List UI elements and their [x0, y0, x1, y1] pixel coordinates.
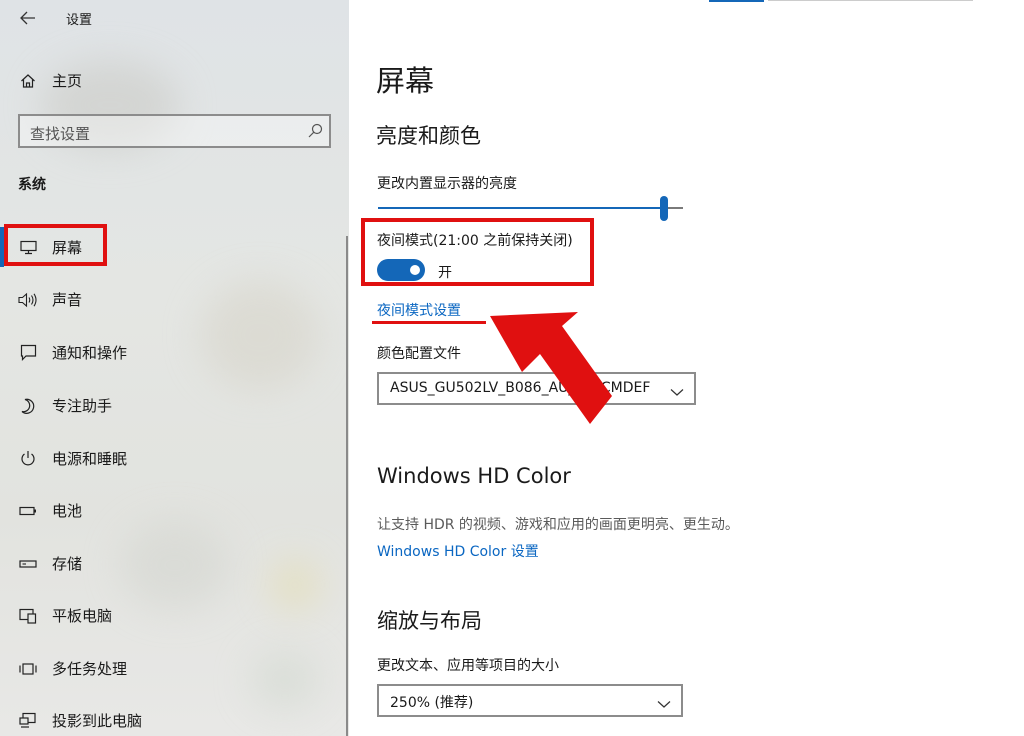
back-arrow-icon[interactable]	[18, 8, 38, 28]
highlight-box-display	[4, 224, 107, 266]
brightness-label: 更改内置显示器的亮度	[377, 176, 517, 192]
color-profile-label: 颜色配置文件	[377, 346, 461, 362]
project-icon	[18, 711, 38, 731]
background-blur	[120, 520, 230, 610]
sidebar-item-sound[interactable]: 声音	[18, 289, 82, 310]
header-scroll-tab	[709, 0, 764, 2]
speaker-icon	[18, 290, 38, 310]
header-scroll-line	[768, 0, 973, 1]
section-title: 系统	[18, 177, 46, 193]
moon-icon	[18, 396, 38, 416]
hd-color-heading: Windows HD Color	[377, 464, 571, 488]
search-placeholder: 查找设置	[30, 125, 91, 143]
highlight-underline	[372, 321, 486, 324]
background-blur	[250, 650, 320, 710]
storage-icon	[18, 554, 38, 574]
multitask-icon	[18, 659, 38, 679]
tablet-icon	[18, 606, 38, 626]
sidebar-item-label: 平板电脑	[52, 607, 113, 625]
sidebar-item-notifications[interactable]: 通知和操作	[18, 342, 127, 363]
power-icon	[18, 449, 38, 469]
sidebar: 设置 主页 查找设置 系统 屏幕 声音 通知和操作 专注助手 电源和睡眠 电池 …	[0, 0, 349, 736]
search-input[interactable]: 查找设置	[18, 114, 331, 148]
highlight-box-night-light	[361, 218, 594, 286]
scale-value: 250% (推荐)	[390, 695, 474, 711]
hd-color-description: 让支持 HDR 的视频、游戏和应用的画面更明亮、更生动。	[377, 517, 739, 533]
sidebar-item-focus-assist[interactable]: 专注助手	[18, 395, 112, 416]
window-title: 设置	[66, 12, 93, 28]
background-blur	[200, 280, 320, 390]
search-icon	[307, 123, 323, 143]
battery-icon	[18, 501, 38, 521]
home-icon	[18, 71, 38, 91]
back-row: 设置	[18, 8, 92, 28]
sidebar-item-label: 专注助手	[52, 397, 113, 415]
chevron-down-icon	[657, 694, 671, 713]
page-title: 屏幕	[376, 64, 435, 98]
sidebar-item-battery[interactable]: 电池	[18, 500, 82, 521]
sidebar-item-multitasking[interactable]: 多任务处理	[18, 658, 127, 679]
slider-track-empty	[667, 207, 683, 209]
scale-heading: 缩放与布局	[377, 609, 482, 633]
scale-label: 更改文本、应用等项目的大小	[377, 658, 559, 674]
sidebar-item-label: 电源和睡眠	[52, 450, 128, 468]
sidebar-item-label: 声音	[52, 291, 83, 309]
background-blur	[270, 560, 320, 610]
brightness-heading: 亮度和颜色	[376, 124, 481, 148]
sidebar-item-label: 电池	[52, 502, 83, 520]
sidebar-item-label: 通知和操作	[52, 344, 128, 362]
sidebar-home[interactable]: 主页	[18, 70, 82, 91]
chevron-down-icon	[670, 382, 684, 401]
sidebar-item-power-sleep[interactable]: 电源和睡眠	[18, 448, 127, 469]
color-profile-dropdown[interactable]: ASUS_GU502LV_B086_AU_EB_CMDEF	[377, 372, 696, 405]
sidebar-item-storage[interactable]: 存储	[18, 553, 82, 574]
sidebar-item-project[interactable]: 投影到此电脑	[18, 710, 142, 731]
slider-track-filled	[378, 207, 663, 209]
sidebar-scrollbar[interactable]	[346, 236, 348, 736]
color-profile-value: ASUS_GU502LV_B086_AU_EB_CMDEF	[390, 380, 651, 396]
sidebar-item-label: 存储	[52, 555, 83, 573]
sidebar-home-label: 主页	[52, 72, 83, 90]
sidebar-item-label: 多任务处理	[52, 660, 128, 678]
slider-thumb[interactable]	[660, 196, 668, 221]
hd-color-settings-link[interactable]: Windows HD Color 设置	[377, 541, 539, 561]
sidebar-item-label: 投影到此电脑	[52, 712, 143, 730]
scale-dropdown[interactable]: 250% (推荐)	[377, 684, 683, 717]
notification-icon	[18, 343, 38, 363]
sidebar-item-tablet[interactable]: 平板电脑	[18, 605, 112, 626]
night-light-settings-link[interactable]: 夜间模式设置	[377, 300, 461, 320]
